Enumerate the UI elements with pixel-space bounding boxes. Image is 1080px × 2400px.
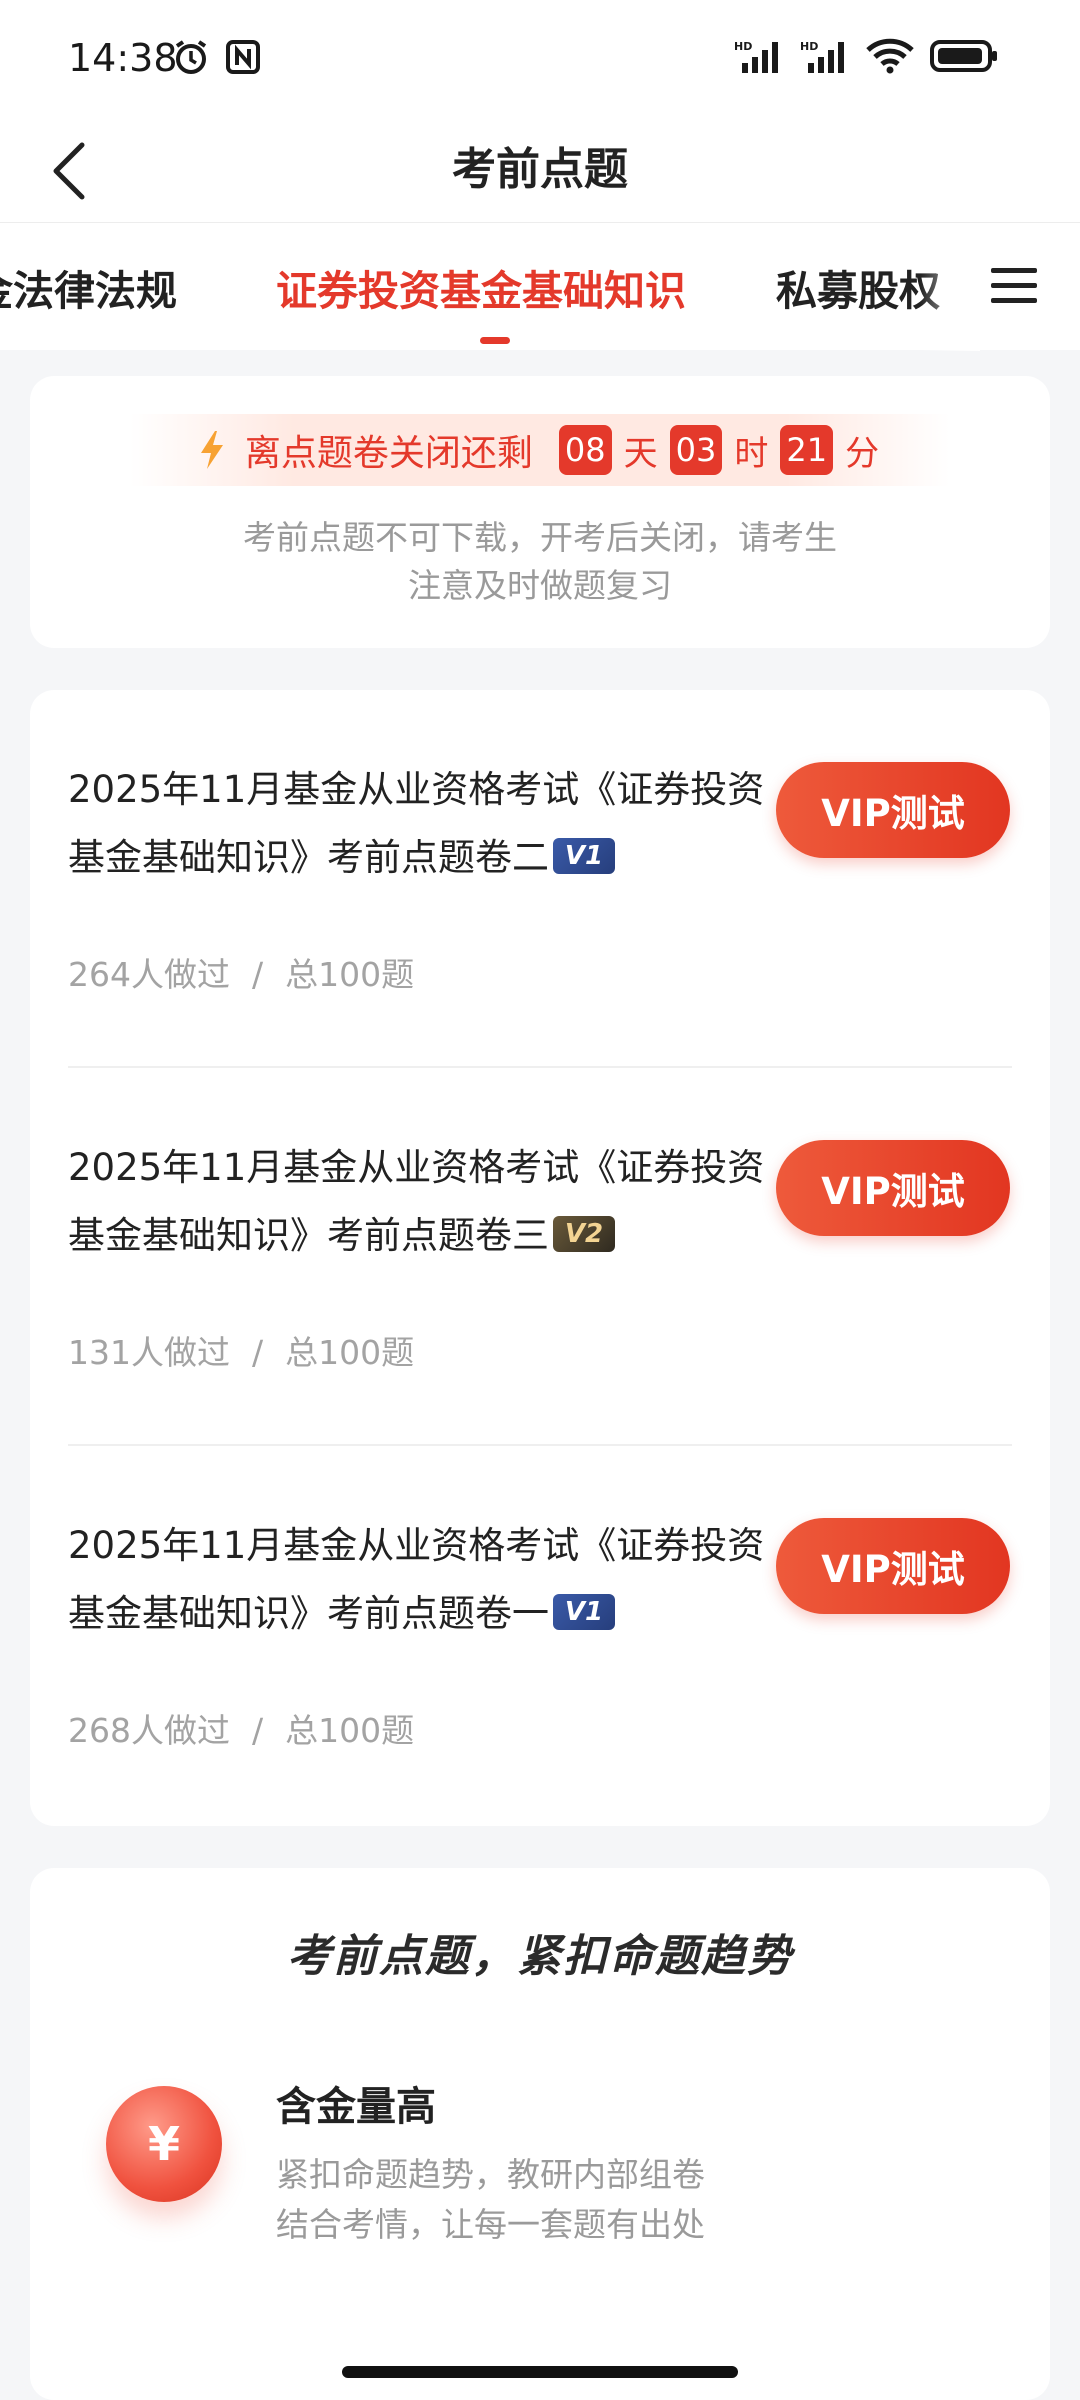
nfc-icon <box>224 38 262 80</box>
countdown-card: 离点题卷关闭还剩 08 天 03 时 21 分 考前点题不可下载，开考后关闭，请… <box>30 376 1050 648</box>
tab-laws[interactable]: 金法律法规 <box>0 257 177 317</box>
hd-label: HD <box>734 40 752 53</box>
exam-title-text: 2025年11月基金从业资格考试《证券投资基金基础知识》考前点题卷一 <box>68 1524 765 1635</box>
vip-level-badge: V1 <box>553 1593 615 1630</box>
done-count: 268人做过 <box>68 1711 230 1750</box>
yuan-coin-icon: ¥ <box>106 2086 222 2202</box>
countdown-note-line1: 考前点题不可下载，开考后关闭，请考生 <box>243 518 837 557</box>
active-tab-indicator <box>480 337 510 344</box>
status-time: 14:38 <box>68 36 178 80</box>
countdown-hours: 03 <box>669 425 723 475</box>
minute-unit: 分 <box>845 433 880 474</box>
tab-fade <box>920 223 980 351</box>
exam-title-text: 2025年11月基金从业资格考试《证券投资基金基础知识》考前点题卷三 <box>68 1146 765 1257</box>
exam-item[interactable]: 2025年11月基金从业资格考试《证券投资基金基础知识》考前点题卷三 V2 131… <box>30 1068 1050 1446</box>
vip-test-button[interactable]: VIP测试 <box>776 1518 1010 1614</box>
battery-icon <box>930 39 1000 77</box>
hd-signal-icon: HD <box>800 39 850 77</box>
promo-card: 考前点题，紧扣命题趋势 ¥ 含金量高 紧扣命题趋势，教研内部组卷 结合考情，让每… <box>30 1868 1050 2400</box>
vip-level-badge: V2 <box>553 1215 615 1252</box>
countdown-minutes: 21 <box>780 425 834 475</box>
hour-unit: 时 <box>734 433 769 474</box>
exam-meta: 268人做过 / 总100题 <box>68 1704 414 1752</box>
countdown-note: 考前点题不可下载，开考后关闭，请考生 注意及时做题复习 <box>30 514 1050 610</box>
exam-item[interactable]: 2025年11月基金从业资格考试《证券投资基金基础知识》考前点题卷二 V1 264… <box>30 690 1050 1068</box>
feature-title: 含金量高 <box>276 2084 436 2130</box>
vip-test-button[interactable]: VIP测试 <box>776 1140 1010 1236</box>
question-total: 总100题 <box>285 1711 415 1750</box>
alarm-icon <box>172 38 210 80</box>
header: 考前点题 <box>0 118 1080 222</box>
exam-list: 2025年11月基金从业资格考试《证券投资基金基础知识》考前点题卷二 V1 264… <box>30 690 1050 1826</box>
exam-title: 2025年11月基金从业资格考试《证券投资基金基础知识》考前点题卷一 V1 <box>68 1512 788 1648</box>
done-count: 131人做过 <box>68 1333 230 1372</box>
exam-meta: 264人做过 / 总100题 <box>68 948 414 996</box>
question-total: 总100题 <box>285 1333 415 1372</box>
status-icons-right: HD HD <box>734 38 1000 78</box>
status-bar: 14:38 HD HD <box>0 0 1080 118</box>
page-title: 考前点题 <box>452 144 628 195</box>
feature-desc-line2: 结合考情，让每一套题有出处 <box>276 2205 705 2244</box>
exam-title-text: 2025年11月基金从业资格考试《证券投资基金基础知识》考前点题卷二 <box>68 768 765 879</box>
exam-title: 2025年11月基金从业资格考试《证券投资基金基础知识》考前点题卷三 V2 <box>68 1134 788 1270</box>
status-icons-left <box>172 38 262 80</box>
feature-desc-line1: 紧扣命题趋势，教研内部组卷 <box>276 2155 705 2194</box>
yuan-glyph: ¥ <box>147 2117 180 2171</box>
hd-signal-icon: HD <box>734 39 784 77</box>
hd-label: HD <box>800 40 818 53</box>
countdown-days: 08 <box>558 425 612 475</box>
question-total: 总100题 <box>285 955 415 994</box>
exam-meta: 131人做过 / 总100题 <box>68 1326 414 1374</box>
hamburger-menu-icon[interactable] <box>982 253 1046 317</box>
tab-private-equity[interactable]: 私募股权 <box>776 257 940 317</box>
exam-item[interactable]: 2025年11月基金从业资格考试《证券投资基金基础知识》考前点题卷一 V1 268… <box>30 1446 1050 1824</box>
countdown-strip: 离点题卷关闭还剩 08 天 03 时 21 分 <box>130 414 950 486</box>
feature-desc: 紧扣命题趋势，教研内部组卷 结合考情，让每一套题有出处 <box>276 2150 705 2250</box>
promo-title: 考前点题，紧扣命题趋势 <box>287 1931 793 1982</box>
tab-fund-basics[interactable]: 证券投资基金基础知识 <box>276 257 686 317</box>
day-unit: 天 <box>623 433 658 474</box>
subject-tabs: 金法律法规 证券投资基金基础知识 私募股权 <box>0 222 1080 351</box>
vip-level-badge: V1 <box>553 837 615 874</box>
meta-separator: / <box>252 955 264 994</box>
countdown-label: 离点题卷关闭还剩 <box>244 433 533 474</box>
wifi-icon <box>866 38 914 78</box>
meta-separator: / <box>252 1333 264 1372</box>
done-count: 264人做过 <box>68 955 230 994</box>
vip-test-button[interactable]: VIP测试 <box>776 762 1010 858</box>
exam-title: 2025年11月基金从业资格考试《证券投资基金基础知识》考前点题卷二 V1 <box>68 756 788 892</box>
countdown-note-line2: 注意及时做题复习 <box>408 566 672 605</box>
home-indicator[interactable] <box>342 2366 738 2378</box>
meta-separator: / <box>252 1711 264 1750</box>
lightning-icon <box>200 431 223 469</box>
